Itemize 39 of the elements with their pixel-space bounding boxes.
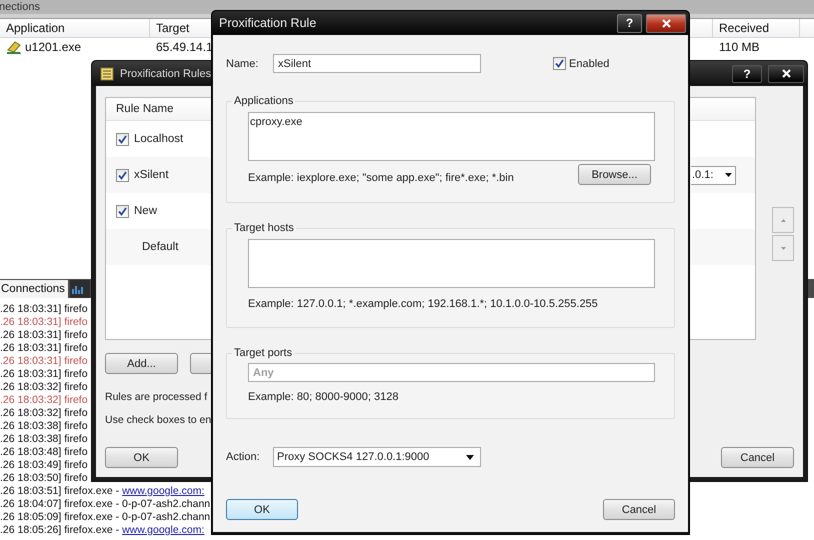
log-text: .26 18:03:31] firefo bbox=[0, 316, 88, 329]
log-text: .26 18:03:49] firefo bbox=[0, 459, 88, 472]
log-text: .26 18:03:50] firefo bbox=[0, 472, 88, 485]
field-label: Action: bbox=[226, 451, 261, 463]
group-title: Applications bbox=[233, 95, 294, 107]
log-text: .26 18:03:32] firefo bbox=[0, 394, 88, 407]
table-cell: u1201.exe bbox=[25, 40, 82, 54]
rule-name: Default bbox=[141, 241, 178, 253]
log-text: .26 18:05:09] firefox.exe - 0-p-07-ash2.chann bbox=[0, 511, 210, 524]
log-text: .26 18:04:07] firefox.exe - 0-p-07-ash2.chann bbox=[0, 498, 210, 511]
window-title: Proxification Rules bbox=[120, 68, 212, 80]
window-title: nections bbox=[0, 1, 40, 13]
log-text: .26 18:03:31] firefo bbox=[0, 329, 88, 342]
log-text: .26 18:03:38] firefo bbox=[0, 433, 88, 446]
log-text: .26 18:05:26] firefox.exe - bbox=[0, 524, 120, 537]
log-text: .26 18:03:38] firefo bbox=[0, 420, 88, 433]
hint-text: Use check boxes to en bbox=[105, 414, 212, 426]
example-text: Example: 80; 8000-9000; 3128 bbox=[248, 391, 398, 403]
example-text: Example: iexplore.exe; "some app.exe"; fire*.exe; *.bin bbox=[248, 172, 514, 184]
entered-text: cproxy.exe bbox=[250, 116, 302, 128]
log-text: .26 18:03:48] firefo bbox=[0, 446, 88, 459]
checkbox-label: Enabled bbox=[569, 58, 610, 70]
table-cell: 65.49.14.1 bbox=[156, 40, 213, 54]
log-text: .26 18:03:31] firefo bbox=[0, 355, 88, 368]
rule-name: Localhost bbox=[134, 133, 184, 145]
rule-name: New bbox=[134, 205, 158, 217]
field-label: Name: bbox=[226, 58, 260, 70]
group-title: Target hosts bbox=[233, 222, 295, 234]
table-cell: 110 MB bbox=[719, 40, 760, 54]
log-text: .26 18:03:31] firefo bbox=[0, 368, 88, 381]
log-text: .26 18:03:31] firefo bbox=[0, 303, 88, 316]
example-text: Example: 127.0.0.1; *.example.com; 192.168.1.*; 10.1.0.0-10.5.255.255 bbox=[248, 298, 598, 310]
log-text: .26 18:03:51] firefox.exe - bbox=[0, 485, 120, 498]
rule-name: xSilent bbox=[134, 169, 169, 181]
log-text: .26 18:03:31] firefo bbox=[0, 342, 88, 355]
log-text: .26 18:03:32] firefo bbox=[0, 407, 88, 420]
hint-text: Rules are processed f bbox=[105, 391, 208, 403]
log-text: .26 18:03:32] firefo bbox=[0, 381, 88, 394]
group-title: Target ports bbox=[233, 347, 294, 359]
